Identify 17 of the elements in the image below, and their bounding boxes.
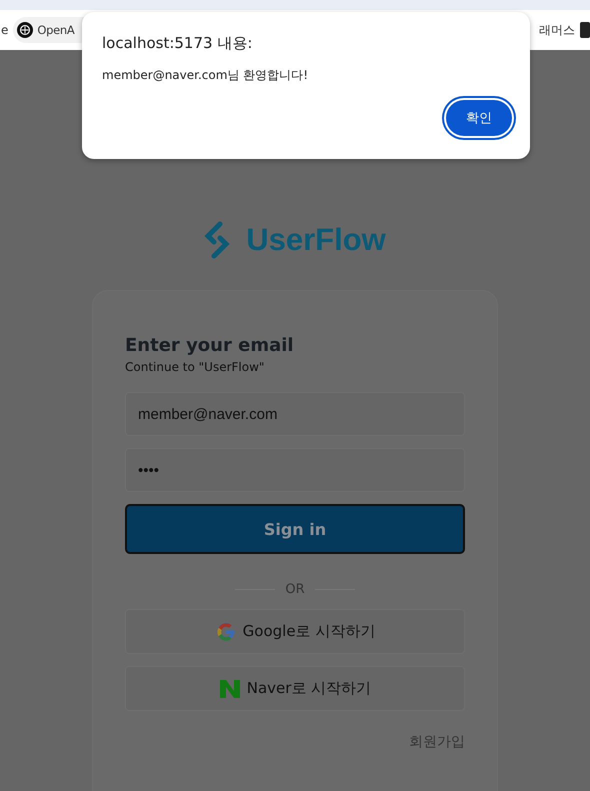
naver-login-button[interactable]: Naver로 시작하기: [125, 666, 465, 711]
subheading: Continue to "UserFlow": [125, 360, 266, 374]
dialog-message: member@naver.com님 환영합니다!: [102, 67, 310, 84]
bookmark-icon[interactable]: [580, 22, 590, 38]
bookmark-item[interactable]: 래머스: [538, 22, 576, 38]
google-g-icon: [214, 620, 237, 642]
heading: Enter your email: [125, 335, 295, 356]
logo-text: UserFlow: [246, 222, 386, 258]
email-field[interactable]: member@naver.com: [125, 392, 465, 436]
n-letter-icon: [218, 678, 241, 698]
bookmark-item[interactable]: e: [0, 23, 10, 37]
password-field[interactable]: ••••: [125, 448, 465, 492]
sign-in-button[interactable]: Sign in: [125, 504, 465, 554]
signup-link[interactable]: 회원가입: [409, 733, 465, 751]
ok-button[interactable]: 확인: [446, 100, 512, 136]
google-login-button[interactable]: Google로 시작하기: [125, 609, 465, 654]
divider-label: OR: [285, 582, 305, 597]
